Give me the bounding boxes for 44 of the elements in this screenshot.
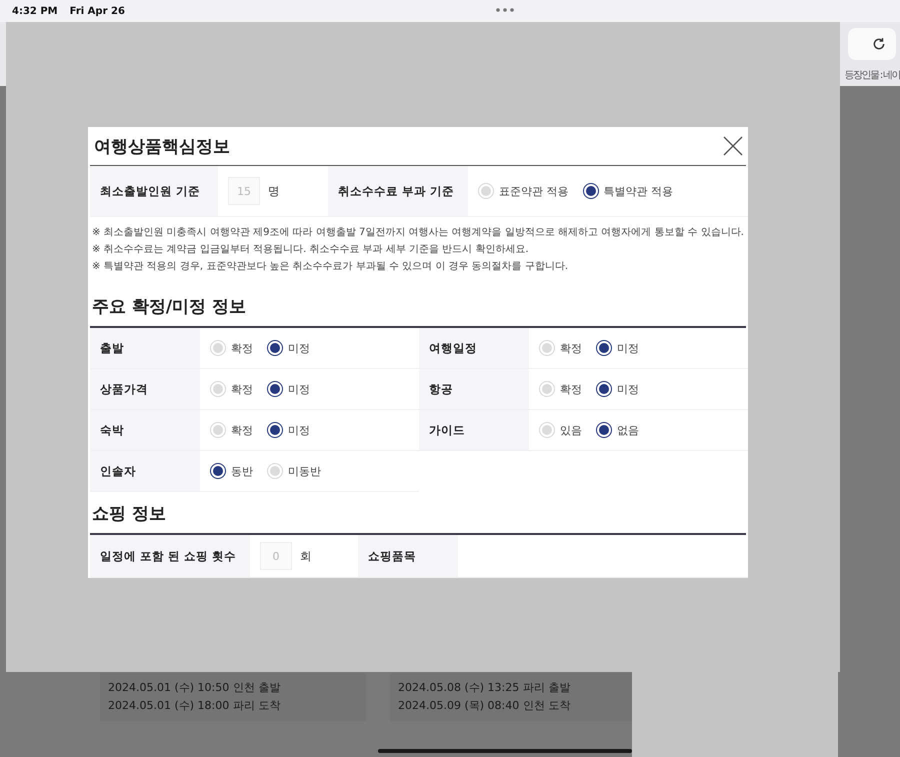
field-label: 상품가격 [90, 369, 200, 409]
radio-option[interactable]: 미동반 [267, 463, 327, 479]
field-label: 일정에 포함 된 쇼핑 횟수 [90, 535, 250, 577]
field-label: 출발 [90, 328, 200, 368]
radio-option[interactable]: 확정 [210, 340, 259, 356]
radio-option[interactable]: 미정 [267, 381, 316, 397]
field-label: 인솔자 [90, 451, 200, 491]
field-label: 취소수수료 부과 기준 [328, 166, 468, 216]
radio-option[interactable]: 확정 [210, 381, 259, 397]
radio-option[interactable]: 있음 [539, 422, 588, 438]
field-label: 여행일정 [419, 328, 529, 368]
modal-title: 여행상품핵심정보 [93, 136, 230, 158]
notice-text: ※ 취소수수료는 계약금 입금일부터 적용됩니다. 취소수수료 부과 세부 기준을 반드시 확인하세요. [92, 243, 530, 256]
status-date: Fri Apr 26 [70, 6, 125, 16]
radio-option[interactable]: 동반 [210, 463, 259, 479]
field-label: 가이드 [419, 410, 529, 450]
field-label: 쇼핑품목 [358, 535, 458, 577]
notice-text: ※ 최소출발인원 미충족시 여행약관 제9조에 따라 여행출발 7일전까지 여행사는 여행계약을 일방적으로 해제하고 여행자에게 통보할 수 있습니다. [92, 226, 745, 239]
field-label: 최소출발인원 기준 [90, 166, 218, 216]
radio-option[interactable]: 미정 [596, 381, 645, 397]
notice-text: ※ 특별약관 적용의 경우, 표준약관보다 높은 취소수수료가 부과될 수 있으며 이 경우 동의절차를 구합니다. [92, 260, 570, 273]
radio-option[interactable]: 미정 [596, 340, 645, 356]
radio-option[interactable]: 특별약관 적용 [582, 183, 679, 199]
address-bar[interactable] [848, 28, 896, 60]
close-button[interactable] [722, 135, 744, 157]
more-icon[interactable] [496, 8, 514, 12]
unit-label: 명 [268, 184, 280, 198]
flight-time: 2024.05.09 (목) 08:40 인천 도착 [398, 698, 572, 714]
radio-option[interactable]: 미정 [267, 422, 316, 438]
unit-label: 회 [300, 548, 312, 564]
radio-option[interactable]: 확정 [539, 340, 588, 356]
radio-option[interactable]: 표준약관 적용 [478, 183, 574, 199]
radio-option[interactable]: 확정 [539, 381, 588, 397]
radio-option[interactable]: 없음 [596, 422, 645, 438]
status-time: 4:32 PM [12, 6, 58, 16]
refresh-icon[interactable] [872, 37, 886, 51]
flight-time: 2024.05.01 (수) 18:00 파리 도착 [108, 698, 282, 714]
field-label: 숙박 [90, 410, 200, 450]
page-text: 등장인물 : 네이 [844, 69, 900, 82]
flight-time: 2024.05.08 (수) 13:25 파리 출발 [398, 680, 572, 696]
radio-option[interactable]: 미정 [267, 340, 316, 356]
field-label: 항공 [419, 369, 529, 409]
radio-option[interactable]: 확정 [210, 422, 259, 438]
flight-time: 2024.05.01 (수) 10:50 인천 출발 [108, 680, 282, 696]
